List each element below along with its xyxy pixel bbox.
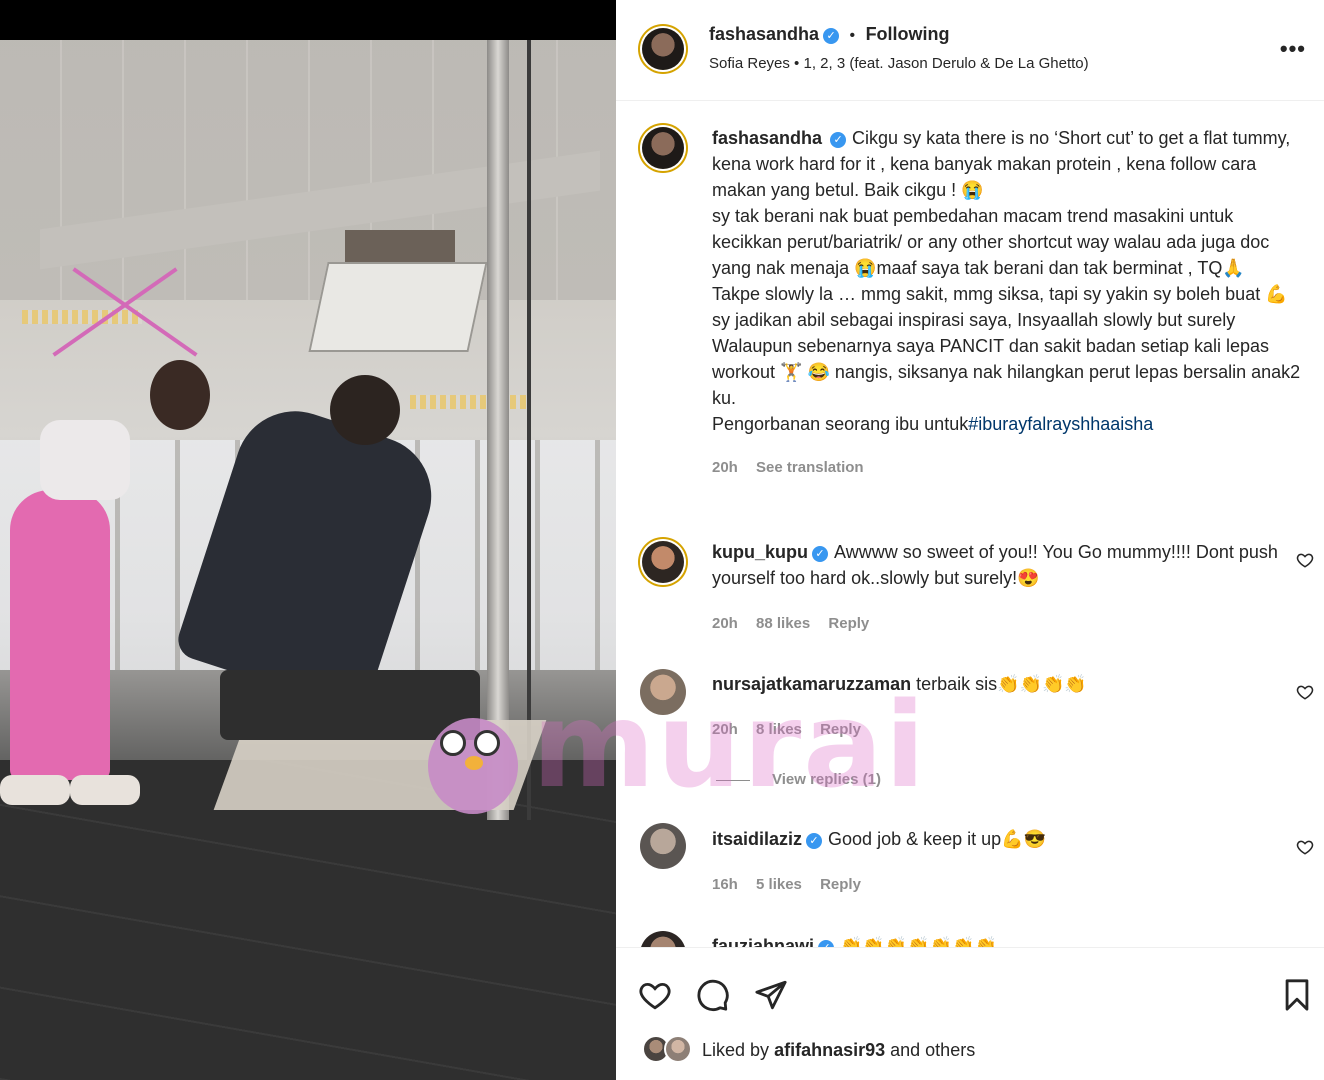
comment-item: kupu_kupu ✓ Awwww so sweet of you!! You Go… — [712, 539, 1282, 637]
liked-by-prefix: Liked by — [702, 1040, 770, 1060]
comment-text: Good job & keep it up💪😎 — [828, 829, 1046, 849]
comment-reply-button[interactable]: Reply — [828, 615, 869, 632]
watermark-bird-eye — [440, 730, 466, 756]
photo-child-head — [150, 360, 210, 430]
author-username[interactable]: fashasandha — [709, 24, 819, 44]
more-options-icon[interactable]: ••• — [1280, 36, 1306, 62]
photo-woman-head — [330, 375, 400, 445]
comments-section[interactable]: fashasandha ✓ Cikgu sy kata there is no ‘S… — [616, 101, 1324, 947]
caption-line-2: sy tak berani nak buat pembedahan macam … — [712, 206, 1275, 278]
post-header: fashasandha ✓ • Following Sofia Reyes • 1… — [616, 0, 1324, 101]
photo-ceiling-light — [22, 310, 142, 324]
caption-meta: 20h See translation — [712, 455, 1302, 481]
comment-meta: 20h 8 likes Reply — [712, 717, 1282, 743]
save-bookmark-icon[interactable] — [1280, 978, 1314, 1012]
post-panel: fashasandha ✓ • Following Sofia Reyes • 1… — [616, 0, 1324, 1080]
photo-machine — [220, 670, 480, 740]
comment-time[interactable]: 20h — [712, 615, 738, 632]
verified-badge-icon: ✓ — [823, 28, 840, 44]
commenter-avatar[interactable] — [640, 669, 686, 715]
caption-hashtag-link[interactable]: #iburayfalrayshhaaisha — [968, 414, 1153, 434]
photo-ceiling-light — [410, 395, 530, 409]
liked-by-avatar[interactable] — [664, 1035, 692, 1063]
comment-likes[interactable]: 5 likes — [756, 876, 802, 893]
header-dot-separator: • — [849, 27, 856, 44]
share-paper-plane-icon[interactable] — [754, 978, 788, 1012]
comment-item: nursajatkamaruzzaman terbaik sis👏👏👏👏 20h… — [712, 671, 1282, 743]
comment-likes[interactable]: 8 likes — [756, 721, 802, 738]
liked-by-suffix[interactable]: and others — [890, 1040, 975, 1060]
post-media[interactable] — [0, 0, 616, 1080]
view-replies-line — [716, 779, 750, 781]
author-avatar[interactable] — [642, 28, 684, 70]
caption-time[interactable]: 20h — [712, 459, 738, 476]
watermark-bird-beak — [465, 756, 483, 770]
audio-info[interactable]: Sofia Reyes • 1, 2, 3 (feat. Jason Derul… — [709, 55, 1089, 72]
commenter-avatar[interactable] — [640, 823, 686, 869]
header-title-row: fashasandha ✓ • Following — [709, 24, 950, 45]
follow-status-button[interactable]: Following — [866, 24, 950, 44]
post-photo — [0, 40, 616, 1080]
verified-badge-icon: ✓ — [818, 940, 835, 947]
comment-text: terbaik sis👏👏👏👏 — [916, 674, 1087, 694]
verified-badge-icon: ✓ — [812, 546, 829, 562]
photo-child-shoe — [70, 775, 140, 805]
liked-by-user[interactable]: afifahnasir93 — [774, 1040, 885, 1060]
comment-likes[interactable]: 88 likes — [756, 615, 810, 632]
photo-child-torso — [40, 420, 130, 500]
comment-reply-button[interactable]: Reply — [820, 876, 861, 893]
verified-badge-icon: ✓ — [830, 132, 847, 148]
audio-track[interactable]: 1, 2, 3 (feat. Jason Derulo & De La Ghet… — [803, 55, 1088, 72]
audio-artist[interactable]: Sofia Reyes — [709, 55, 790, 72]
photo-cable — [527, 40, 531, 820]
caption-line-4: Pengorbanan seorang ibu untuk#iburayfalr… — [712, 411, 1302, 437]
comment-time[interactable]: 16h — [712, 876, 738, 893]
commenter-avatar[interactable] — [642, 541, 684, 583]
comment-username[interactable]: kupu_kupu — [712, 542, 808, 562]
comment-username[interactable]: itsaidilaziz — [712, 829, 802, 849]
comment-username[interactable]: nursajatkamaruzzaman — [712, 674, 911, 694]
watermark-bird-eye — [474, 730, 500, 756]
view-replies-label[interactable]: View replies (1) — [772, 771, 881, 788]
comment-reply-button[interactable]: Reply — [820, 721, 861, 738]
liked-by-text[interactable]: Liked by afifahnasir93 and others — [702, 1040, 975, 1061]
see-translation-button[interactable]: See translation — [756, 459, 864, 476]
comment-text: 👏👏👏👏👏👏👏 — [840, 936, 997, 947]
audio-separator: • — [794, 55, 800, 72]
comment-item: itsaidilaziz ✓ Good job & keep it up💪😎 16h… — [712, 826, 1282, 898]
caption-username[interactable]: fashasandha — [712, 128, 822, 148]
post-actions-bar: Liked by afifahnasir93 and others — [616, 947, 1324, 1080]
comment-username[interactable]: fauziahnawi — [712, 936, 814, 947]
verified-badge-icon: ✓ — [806, 833, 823, 849]
caption-author-avatar[interactable] — [642, 127, 684, 169]
comment-bubble-icon[interactable] — [696, 978, 730, 1012]
caption-line-4-text: Pengorbanan seorang ibu untuk — [712, 414, 969, 434]
like-heart-icon[interactable] — [638, 978, 672, 1012]
caption-line-3: Takpe slowly la … mmg sakit, mmg siksa, … — [712, 284, 1306, 408]
photo-ac-unit — [308, 262, 488, 352]
comment-like-heart-icon[interactable] — [1296, 551, 1314, 569]
view-replies-button[interactable]: View replies (1) — [716, 771, 881, 788]
caption-paragraph: fashasandha ✓ Cikgu sy kata there is no ‘S… — [712, 125, 1302, 203]
comment-like-heart-icon[interactable] — [1296, 683, 1314, 701]
comment-item: fauziahnawi ✓ 👏👏👏👏👏👏👏 — [712, 933, 1282, 947]
comment-meta: 16h 5 likes Reply — [712, 872, 1282, 898]
photo-pole — [487, 40, 509, 820]
post-caption: fashasandha ✓ Cikgu sy kata there is no ‘S… — [712, 125, 1302, 481]
comment-like-heart-icon[interactable] — [1296, 838, 1314, 856]
photo-child-shoe — [0, 775, 70, 805]
commenter-avatar[interactable] — [640, 931, 686, 947]
comment-time[interactable]: 20h — [712, 721, 738, 738]
comment-meta: 20h 88 likes Reply — [712, 611, 1282, 637]
photo-child-legs — [10, 490, 110, 780]
